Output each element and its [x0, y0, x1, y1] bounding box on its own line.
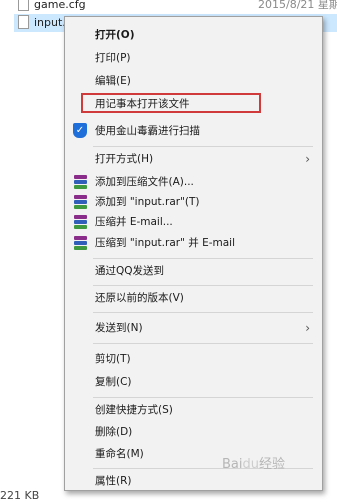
menu-item-delete[interactable]: 删除(D): [65, 422, 322, 442]
menu-item-restore-previous-versions[interactable]: 还原以前的版本(V): [65, 288, 322, 308]
file-icon: [18, 15, 29, 29]
winrar-icon: [74, 236, 87, 250]
winrar-icon: [74, 195, 87, 209]
menu-item-copy[interactable]: 复制(C): [65, 372, 322, 392]
file-icon: [18, 0, 29, 11]
menu-item-add-to-input-rar[interactable]: 添加到 "input.rar"(T): [65, 192, 322, 212]
file-size-text: 221 KB: [0, 489, 40, 502]
menu-item-compress-and-email[interactable]: 压缩并 E-mail...: [65, 212, 322, 232]
menu-item-print[interactable]: 打印(P): [65, 48, 322, 68]
file-name: game.cfg: [34, 0, 86, 11]
menu-separator: [93, 258, 313, 259]
menu-item-open-with[interactable]: 打开方式(H) ›: [65, 149, 322, 169]
menu-item-edit[interactable]: 编辑(E): [65, 71, 322, 91]
menu-item-properties[interactable]: 属性(R): [65, 471, 322, 491]
menu-separator: [93, 397, 313, 398]
winrar-icon: [74, 175, 87, 189]
menu-item-compress-to-input-rar-and-email[interactable]: 压缩到 "input.rar" 并 E-mail: [65, 233, 322, 253]
file-row-game[interactable]: game.cfg 2015/8/21 星期: [0, 0, 337, 14]
menu-item-open[interactable]: 打开(O): [65, 25, 322, 45]
context-menu: 打开(O) 打印(P) 编辑(E) 用记事本打开该文件 ✓ 使用金山毒霸进行扫描…: [64, 16, 323, 491]
menu-separator: [93, 285, 313, 286]
file-date: 2015/8/21 星期: [258, 0, 337, 11]
menu-separator: [93, 146, 313, 147]
menu-separator: [93, 343, 313, 344]
chevron-right-icon: ›: [305, 152, 310, 166]
baidu-jingyan-watermark: Baidu经验: [222, 457, 286, 472]
menu-item-cut[interactable]: 剪切(T): [65, 349, 322, 369]
menu-item-send-to[interactable]: 发送到(N) ›: [65, 318, 322, 338]
menu-item-add-to-archive[interactable]: 添加到压缩文件(A)...: [65, 172, 322, 192]
file-name: input.: [34, 16, 66, 29]
winrar-icon: [74, 215, 87, 229]
menu-separator: [93, 312, 313, 313]
chevron-right-icon: ›: [305, 321, 310, 335]
shield-icon: ✓: [73, 123, 87, 138]
menu-item-send-via-qq[interactable]: 通过QQ发送到: [65, 261, 322, 281]
annotation-highlight-box: [81, 93, 261, 113]
menu-item-create-shortcut[interactable]: 创建快捷方式(S): [65, 400, 322, 420]
menu-item-kingsoft-scan[interactable]: ✓ 使用金山毒霸进行扫描: [65, 121, 322, 141]
